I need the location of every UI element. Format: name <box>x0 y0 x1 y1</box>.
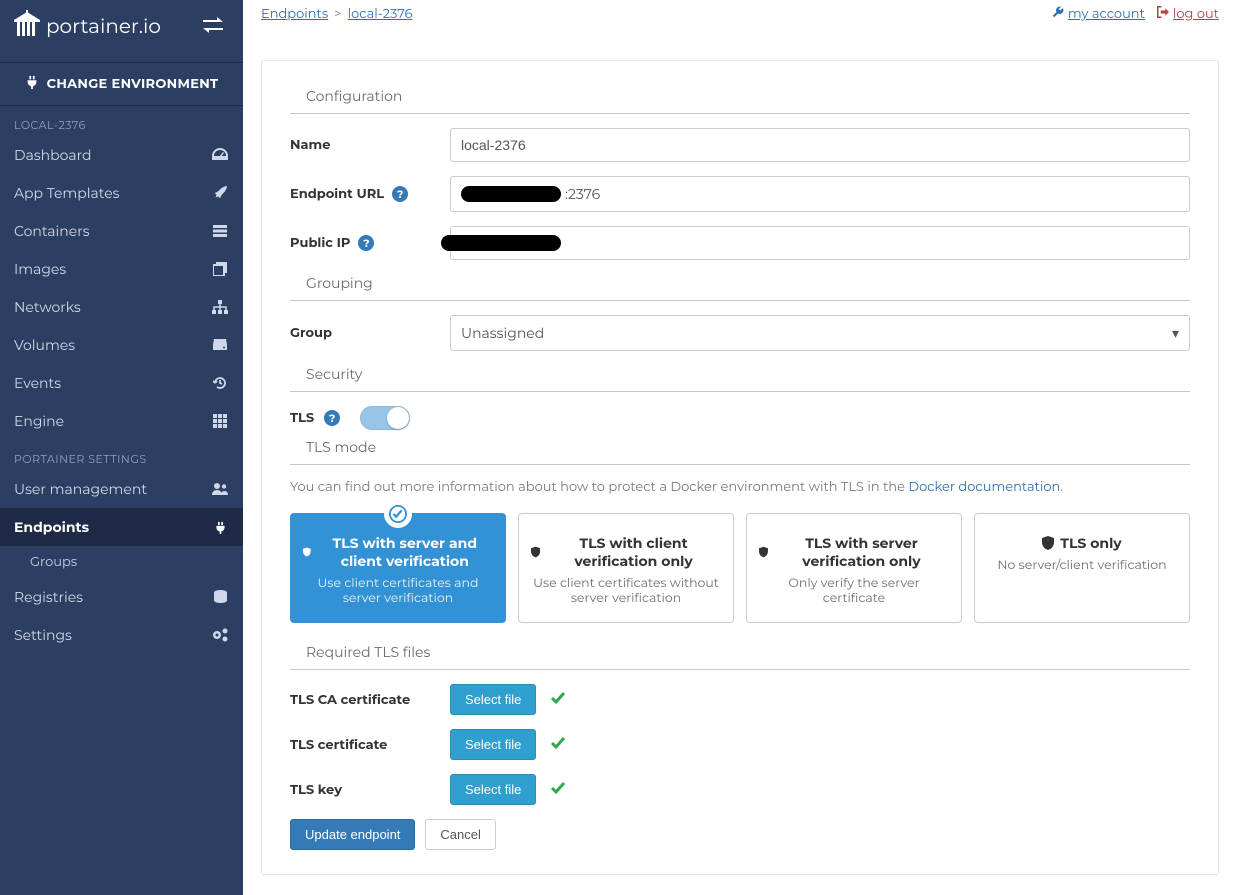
name-input[interactable] <box>450 128 1190 162</box>
tls-mode-desc: No server/client verification <box>987 558 1177 573</box>
label-endpoint-url: Endpoint URL? <box>290 186 450 202</box>
plug-icon <box>25 75 47 93</box>
check-icon <box>550 736 566 754</box>
tls-mode-desc: Only verify the server certificate <box>759 576 949 606</box>
tls-mode-title: TLS with server verification only <box>759 534 949 570</box>
nav-volumes[interactable]: Volumes <box>0 326 243 364</box>
tls-toggle[interactable] <box>360 406 410 430</box>
nav-heading-settings: PORTAINER SETTINGS <box>0 440 243 470</box>
tls-info: You can find out more information about … <box>290 479 1190 495</box>
breadcrumb-sep: > <box>334 6 341 22</box>
tls-mode-card-0[interactable]: TLS with server and client verification U… <box>290 513 506 623</box>
wrench-icon <box>1052 6 1064 22</box>
topbar: Endpoints > local-2376 my account log ou… <box>243 0 1237 30</box>
nav-templates[interactable]: App Templates <box>0 174 243 212</box>
help-icon[interactable]: ? <box>324 410 340 426</box>
select-file-key-button[interactable]: Select file <box>450 774 536 805</box>
rocket-icon <box>211 186 229 200</box>
endpoint-url-input[interactable]: :2376 <box>450 176 1190 212</box>
clone-icon <box>211 262 229 276</box>
nav-events[interactable]: Events <box>0 364 243 402</box>
breadcrumb-current[interactable]: local-2376 <box>348 6 413 22</box>
tls-mode-card-3[interactable]: TLS only No server/client verification <box>974 513 1190 623</box>
nav-user-mgmt[interactable]: User management <box>0 470 243 508</box>
database-icon <box>211 590 229 604</box>
label-name: Name <box>290 137 450 153</box>
breadcrumb-root[interactable]: Endpoints <box>261 6 328 22</box>
grid-icon <box>211 414 229 428</box>
users-icon <box>211 483 229 495</box>
tls-mode-title: TLS with client verification only <box>531 534 721 570</box>
help-icon[interactable]: ? <box>392 186 408 202</box>
change-environment-button[interactable]: CHANGE ENVIRONMENT <box>0 62 243 106</box>
section-grouping: Grouping <box>290 274 1190 301</box>
select-file-ca-button[interactable]: Select file <box>450 684 536 715</box>
plug-icon <box>211 521 229 534</box>
select-file-cert-button[interactable]: Select file <box>450 729 536 760</box>
check-icon <box>550 781 566 799</box>
nav-networks[interactable]: Networks <box>0 288 243 326</box>
tls-mode-title: TLS with server and client verification <box>303 534 493 570</box>
label-tls-ca: TLS CA certificate <box>290 692 450 708</box>
label-public-ip: Public IP? <box>290 235 450 251</box>
nav-endpoints[interactable]: Endpoints <box>0 508 243 546</box>
chevron-down-icon: ▾ <box>1172 324 1179 342</box>
section-security: Security <box>290 365 1190 392</box>
check-icon <box>550 691 566 709</box>
tls-mode-desc: Use client certificates and server verif… <box>303 576 493 606</box>
list-icon <box>211 225 229 237</box>
portainer-logo-icon <box>14 10 46 44</box>
section-config: Configuration <box>290 87 1190 114</box>
section-tls-files: Required TLS files <box>290 643 1190 670</box>
logo-text: portainer.io <box>46 15 161 39</box>
tls-mode-card-2[interactable]: TLS with server verification only Only ve… <box>746 513 962 623</box>
cancel-button[interactable]: Cancel <box>425 819 495 850</box>
nav-settings[interactable]: Settings <box>0 616 243 654</box>
tls-mode-desc: Use client certificates without server v… <box>531 576 721 606</box>
check-badge-icon <box>384 500 412 528</box>
nav-heading-env: LOCAL-2376 <box>0 106 243 136</box>
nav-dashboard[interactable]: Dashboard <box>0 136 243 174</box>
tls-mode-title: TLS only <box>987 534 1177 552</box>
dashboard-icon <box>211 148 229 162</box>
main-content: Endpoints > local-2376 my account log ou… <box>243 0 1237 895</box>
logout-link[interactable]: log out <box>1157 6 1219 22</box>
history-icon <box>211 376 229 390</box>
sidebar: portainer.io CHANGE ENVIRONMENT LOCAL-23… <box>0 0 243 895</box>
swap-icon[interactable] <box>203 17 229 37</box>
my-account-link[interactable]: my account <box>1052 6 1145 22</box>
nav-groups[interactable]: Groups <box>0 546 243 578</box>
update-endpoint-button[interactable]: Update endpoint <box>290 819 415 850</box>
public-ip-input[interactable] <box>450 226 1190 260</box>
label-group: Group <box>290 325 450 341</box>
nav-engine[interactable]: Engine <box>0 402 243 440</box>
endpoint-card: Configuration Name Endpoint URL? :2376 P… <box>261 60 1219 875</box>
section-tls-mode: TLS mode <box>290 438 1190 465</box>
nav-containers[interactable]: Containers <box>0 212 243 250</box>
label-tls-key: TLS key <box>290 782 450 798</box>
logout-icon <box>1157 6 1169 22</box>
nav-images[interactable]: Images <box>0 250 243 288</box>
help-icon[interactable]: ? <box>358 235 374 251</box>
logo-row: portainer.io <box>0 0 243 62</box>
cogs-icon <box>211 628 229 642</box>
nav-registries[interactable]: Registries <box>0 578 243 616</box>
tls-mode-group: TLS with server and client verification U… <box>290 513 1190 623</box>
label-tls-cert: TLS certificate <box>290 737 450 753</box>
hdd-icon <box>211 339 229 351</box>
docker-doc-link[interactable]: Docker documentation <box>908 479 1060 495</box>
tls-mode-card-1[interactable]: TLS with client verification only Use cli… <box>518 513 734 623</box>
sitemap-icon <box>211 300 229 314</box>
label-tls: TLS? <box>290 410 340 426</box>
group-select[interactable]: Unassigned▾ <box>450 315 1190 351</box>
